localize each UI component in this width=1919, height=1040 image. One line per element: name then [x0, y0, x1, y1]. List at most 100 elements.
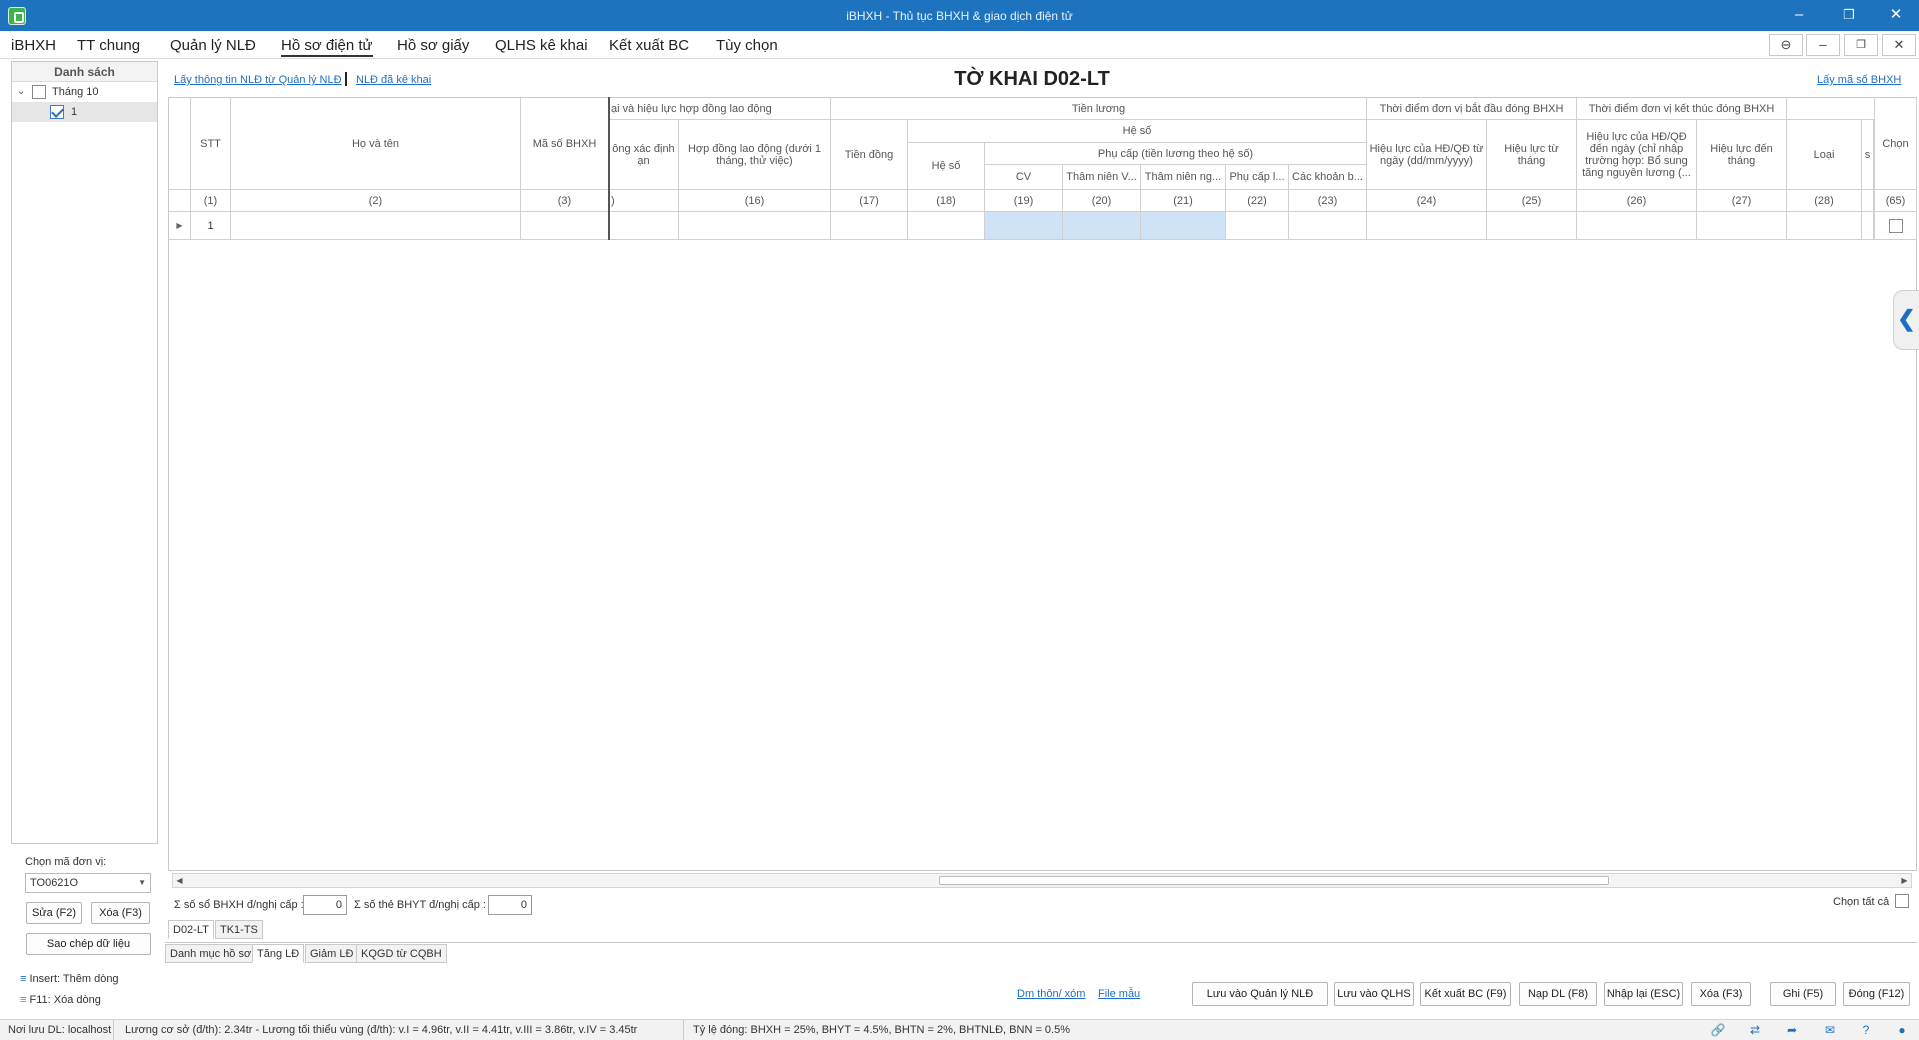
copy-data-button[interactable]: Sao chép dữ liệu: [26, 933, 151, 955]
scroll-right-icon[interactable]: ▶: [1898, 874, 1911, 887]
tab-giam-ld[interactable]: Giảm LĐ: [305, 944, 359, 963]
delete-record-button[interactable]: Xóa (F3): [1691, 982, 1751, 1006]
collapse-side-panel-icon[interactable]: ❮: [1893, 290, 1919, 350]
cell-s[interactable]: [1862, 212, 1874, 240]
share-icon[interactable]: ➦: [1784, 1023, 1800, 1037]
edit-button[interactable]: Sửa (F2): [26, 902, 82, 924]
mail-icon[interactable]: ✉: [1822, 1023, 1838, 1037]
menu-ibhxh[interactable]: iBHXH: [11, 37, 56, 54]
tree-node-month[interactable]: ⌄ Tháng 10: [12, 82, 157, 102]
link-icon[interactable]: 🔗: [1710, 1023, 1726, 1037]
tab-tang-ld[interactable]: Tăng LĐ: [252, 944, 305, 963]
col-header-name[interactable]: Họ và tên: [231, 98, 521, 190]
cell-end-month[interactable]: [1697, 212, 1787, 240]
save-to-employee-mgmt-button[interactable]: Lưu vào Quản lý NLĐ: [1192, 982, 1328, 1006]
col-header-seniority-v[interactable]: Thâm niên V...: [1063, 165, 1141, 190]
col-num-19: (19): [985, 190, 1063, 212]
get-bhxh-code-link[interactable]: Lấy mã số BHXH: [1817, 74, 1901, 86]
menu-quan-ly-nld[interactable]: Quản lý NLĐ: [170, 37, 256, 54]
menu-tuy-chon[interactable]: Tùy chọn: [716, 37, 778, 54]
child-close-icon[interactable]: ✕: [1882, 34, 1916, 56]
col-header-contract-short[interactable]: Hợp đồng lao động (dưới 1 tháng, thử việ…: [679, 120, 831, 190]
minimize-window-icon[interactable]: –: [1784, 4, 1814, 26]
col-header-start-month[interactable]: Hiệu lực từ tháng: [1487, 120, 1577, 190]
cell-end-to[interactable]: [1577, 212, 1697, 240]
col-header-s[interactable]: s: [1862, 120, 1874, 190]
cell-money[interactable]: [831, 212, 908, 240]
child-restore-icon[interactable]: ❐: [1844, 34, 1878, 56]
col-header-end-month[interactable]: Hiệu lực đến tháng: [1697, 120, 1787, 190]
cell-select[interactable]: [1874, 212, 1917, 240]
cell-name[interactable]: [231, 212, 521, 240]
bhyt-count-input[interactable]: 0: [488, 895, 532, 915]
reset-button[interactable]: Nhập lại (ESC): [1604, 982, 1683, 1006]
save-to-qlhs-button[interactable]: Lưu vào QLHS: [1334, 982, 1414, 1006]
cell-cv[interactable]: [985, 212, 1063, 240]
cell-start-month[interactable]: [1487, 212, 1577, 240]
restore-window-icon[interactable]: ❐: [1834, 4, 1864, 26]
scrollbar-thumb[interactable]: [939, 876, 1609, 885]
chevron-down-icon[interactable]: ⌄: [17, 82, 25, 102]
bhxh-count-input[interactable]: 0: [303, 895, 347, 915]
menu-ho-so-giay[interactable]: Hồ sơ giấy: [397, 37, 469, 54]
unit-select[interactable]: TO0621O ▼: [25, 873, 151, 893]
scroll-left-icon[interactable]: ◀: [173, 874, 186, 887]
close-window-icon[interactable]: ✕: [1881, 4, 1911, 26]
col-header-coef[interactable]: Hệ số: [908, 143, 985, 190]
col-header-other[interactable]: Các khoản b...: [1289, 165, 1367, 190]
col-header-contract-indef[interactable]: ông xác định ạn: [609, 120, 679, 190]
child-minimize-icon[interactable]: –: [1806, 34, 1840, 56]
cell-contract-short[interactable]: [679, 212, 831, 240]
cell-seniority-v[interactable]: [1063, 212, 1141, 240]
tab-danh-muc-ho-so[interactable]: Danh mục hồ sơ: [165, 944, 257, 963]
delete-button[interactable]: Xóa (F3): [91, 902, 150, 924]
chat-icon[interactable]: ●: [1894, 1023, 1910, 1037]
menu-tt-chung[interactable]: TT chung: [77, 37, 140, 54]
tree-month-checkbox[interactable]: [32, 85, 46, 99]
horizontal-scrollbar[interactable]: ◀ ▶: [172, 873, 1912, 888]
cell-seniority-ng[interactable]: [1141, 212, 1226, 240]
save-button[interactable]: Ghi (F5): [1770, 982, 1836, 1006]
col-header-select[interactable]: Chọn: [1874, 98, 1917, 190]
help-icon[interactable]: ?: [1858, 1023, 1874, 1037]
tab-kqgd-tu-cqbh[interactable]: KQGD từ CQBH: [356, 944, 447, 963]
col-num-28: (28): [1787, 190, 1862, 212]
menu-ho-so-dien-tu[interactable]: Hồ sơ điện tử: [281, 37, 373, 57]
col-header-money[interactable]: Tiền đồng: [831, 120, 908, 190]
cell-stt[interactable]: 1: [191, 212, 231, 240]
col-header-start-from[interactable]: Hiệu lực của HĐ/QĐ từ ngày (dd/mm/yyyy): [1367, 120, 1487, 190]
template-file-link[interactable]: File mẫu: [1098, 988, 1140, 1000]
col-num-23: (23): [1289, 190, 1367, 212]
tab-d02-lt[interactable]: D02-LT: [168, 920, 214, 939]
cell-bhxh-code[interactable]: [521, 212, 609, 240]
col-group-start: Thời điểm đơn vị bắt đầu đóng BHXH: [1367, 98, 1577, 120]
close-button[interactable]: Đóng (F12): [1843, 982, 1910, 1006]
hamlet-list-link[interactable]: Dm thôn/ xóm: [1017, 988, 1085, 1000]
cell-contract-indef[interactable]: [609, 212, 679, 240]
collapse-circle-icon[interactable]: ⊖: [1769, 34, 1803, 56]
cell-type[interactable]: [1787, 212, 1862, 240]
row-select-checkbox[interactable]: [1888, 218, 1903, 233]
export-report-button[interactable]: Kết xuất BC (F9): [1420, 982, 1511, 1006]
cell-start-from[interactable]: [1367, 212, 1487, 240]
tree-item-checkbox[interactable]: [50, 105, 64, 119]
shortcut-insert: ≡ Insert: Thêm dòng: [20, 973, 119, 985]
cell-coef[interactable]: [908, 212, 985, 240]
menu-ket-xuat-bc[interactable]: Kết xuất BC: [609, 37, 689, 54]
cell-allowance-l[interactable]: [1226, 212, 1289, 240]
cell-other[interactable]: [1289, 212, 1367, 240]
row-pointer-icon[interactable]: ▶: [169, 212, 191, 240]
col-header-seniority-ng[interactable]: Thâm niên ng...: [1141, 165, 1226, 190]
sync-icon[interactable]: ⇄: [1747, 1023, 1763, 1037]
load-data-button[interactable]: Nạp DL (F8): [1519, 982, 1597, 1006]
col-header-type[interactable]: Loại: [1787, 120, 1862, 190]
col-header-cv[interactable]: CV: [985, 165, 1063, 190]
col-header-stt[interactable]: STT: [191, 98, 231, 190]
col-header-allowance-l[interactable]: Phụ cấp l...: [1226, 165, 1289, 190]
col-header-bhxh-code[interactable]: Mã số BHXH: [521, 98, 609, 190]
col-header-end-to[interactable]: Hiệu lực của HĐ/QĐ đến ngày (chỉ nhập tr…: [1577, 120, 1697, 190]
menu-qlhs-ke-khai[interactable]: QLHS kê khai: [495, 37, 588, 54]
tree-node-item[interactable]: 1: [12, 102, 157, 122]
tab-tk1-ts[interactable]: TK1-TS: [215, 920, 263, 939]
select-all-checkbox[interactable]: [1895, 894, 1909, 908]
